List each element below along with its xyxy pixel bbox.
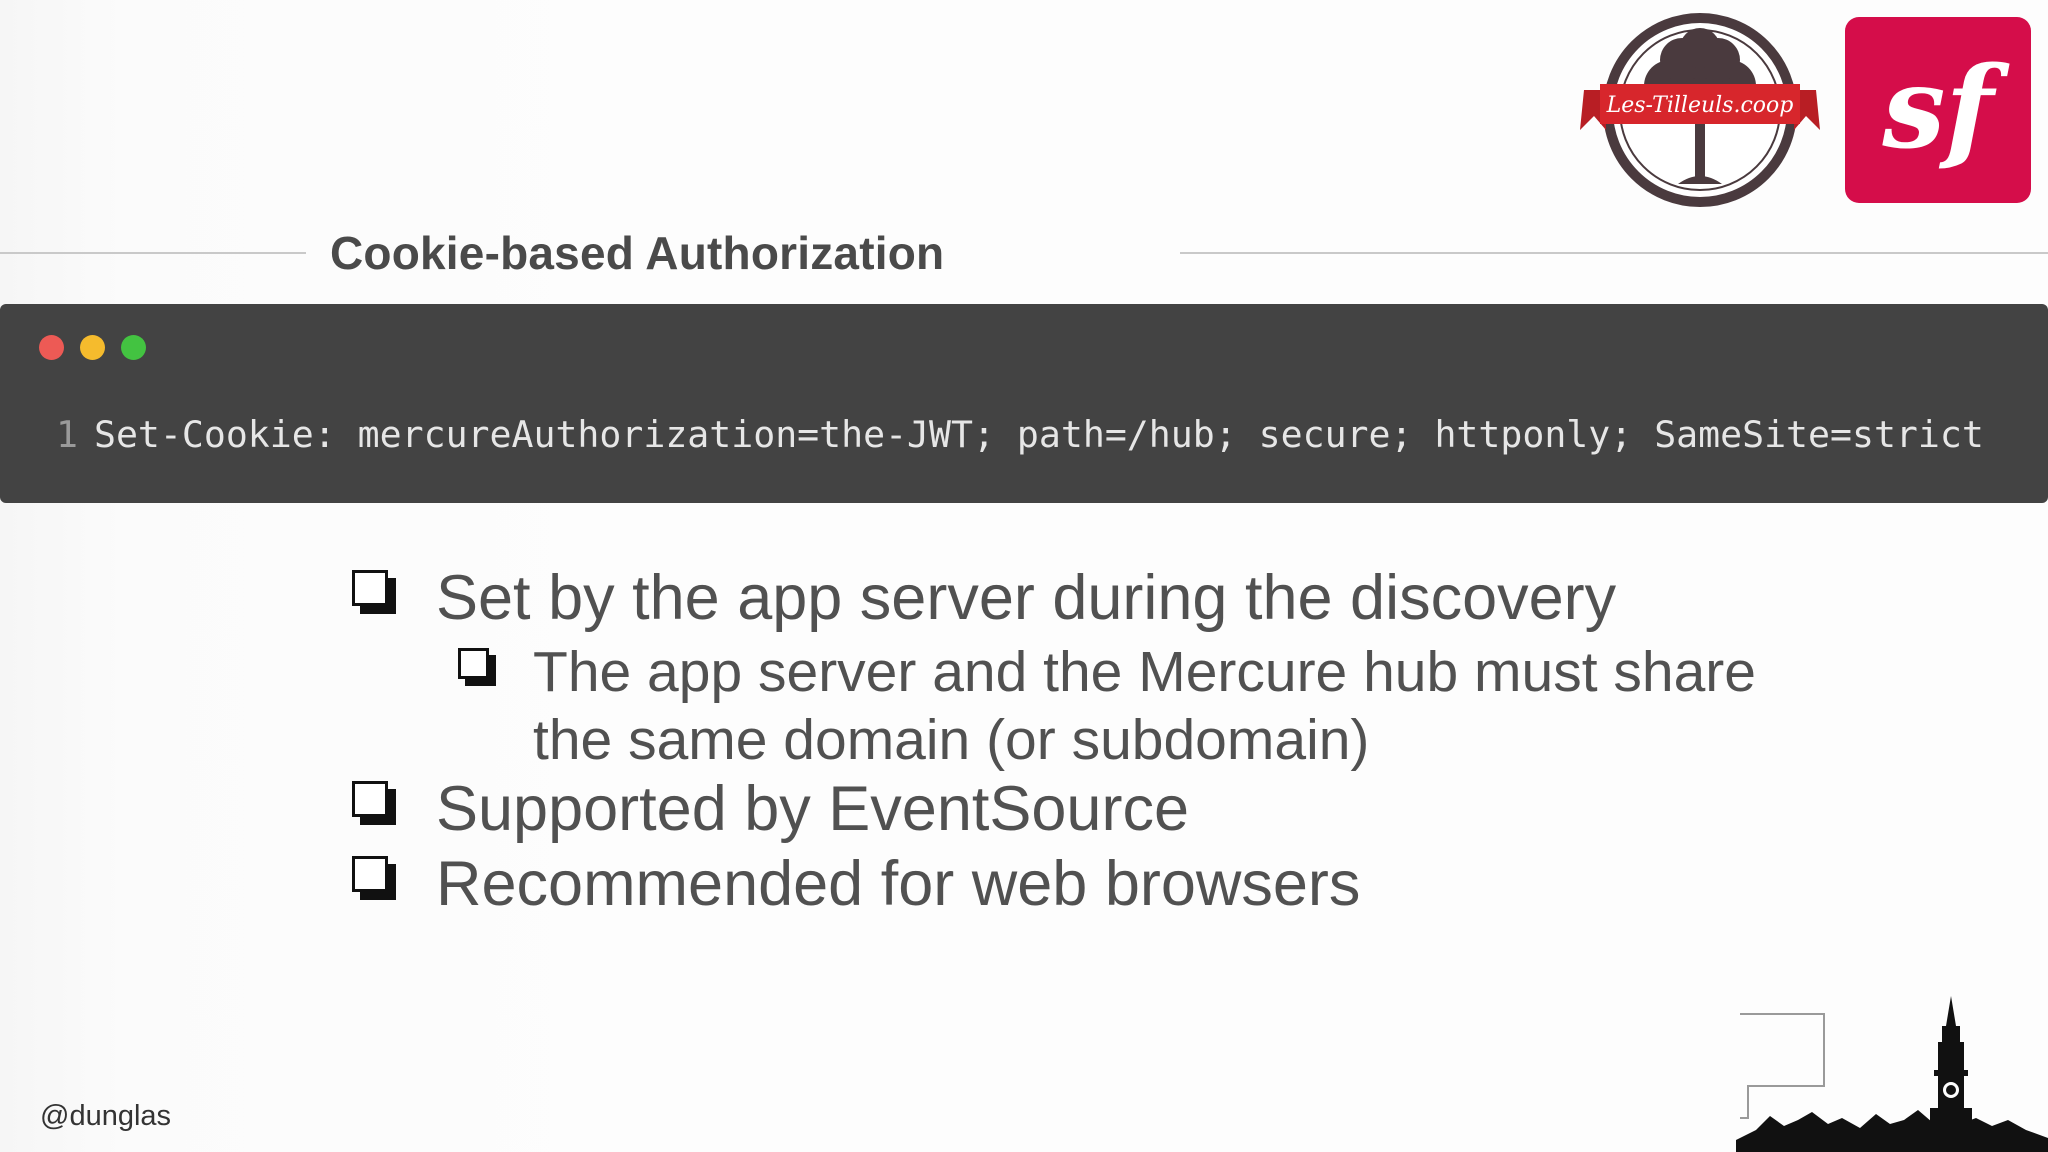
slide-title: Cookie-based Authorization: [330, 227, 945, 279]
checkbox-bullet-icon: [352, 781, 398, 827]
symfony-logo: sf: [1845, 17, 2031, 203]
author-handle: @dunglas: [40, 1100, 172, 1132]
sub-bullet-text: The app server and the Mercure hub must …: [533, 640, 1756, 772]
bullet-text: Recommended for web browsers: [436, 849, 1361, 919]
checkbox-bullet-icon: [352, 856, 398, 902]
code-window: [0, 304, 2048, 503]
title-rule-right: [1180, 252, 2048, 254]
title-rule-left: [0, 252, 306, 254]
window-close-dot: [39, 335, 64, 360]
code-text: Set-Cookie: mercureAuthorization=the-JWT…: [93, 412, 1984, 456]
bullet-item: Set by the app server during the discove…: [352, 562, 1616, 634]
bullet-item: Supported by EventSource: [352, 773, 1189, 845]
tilleuls-logo-text: Les-Tilleuls.coop: [1606, 93, 1794, 118]
checkbox-bullet-icon: [458, 648, 498, 688]
symfony-logo-mark: sf: [1881, 43, 2010, 174]
bullet-item: Recommended for web browsers: [352, 848, 1360, 920]
checkbox-bullet-icon: [352, 570, 398, 616]
window-minimize-dot: [80, 335, 105, 360]
code-line: 1 Set-Cookie: mercureAuthorization=the-J…: [56, 410, 1984, 458]
bullet-text: Supported by EventSource: [436, 774, 1189, 844]
les-tilleuls-logo: Les-Tilleuls.coop: [1580, 13, 1820, 207]
bullet-text: Set by the app server during the discove…: [436, 563, 1617, 633]
city-skyline-icon: [1736, 996, 2048, 1152]
line-number: 1: [56, 412, 78, 456]
sub-bullet-item: The app server and the Mercure hub must …: [458, 638, 1793, 774]
window-maximize-dot: [121, 335, 146, 360]
